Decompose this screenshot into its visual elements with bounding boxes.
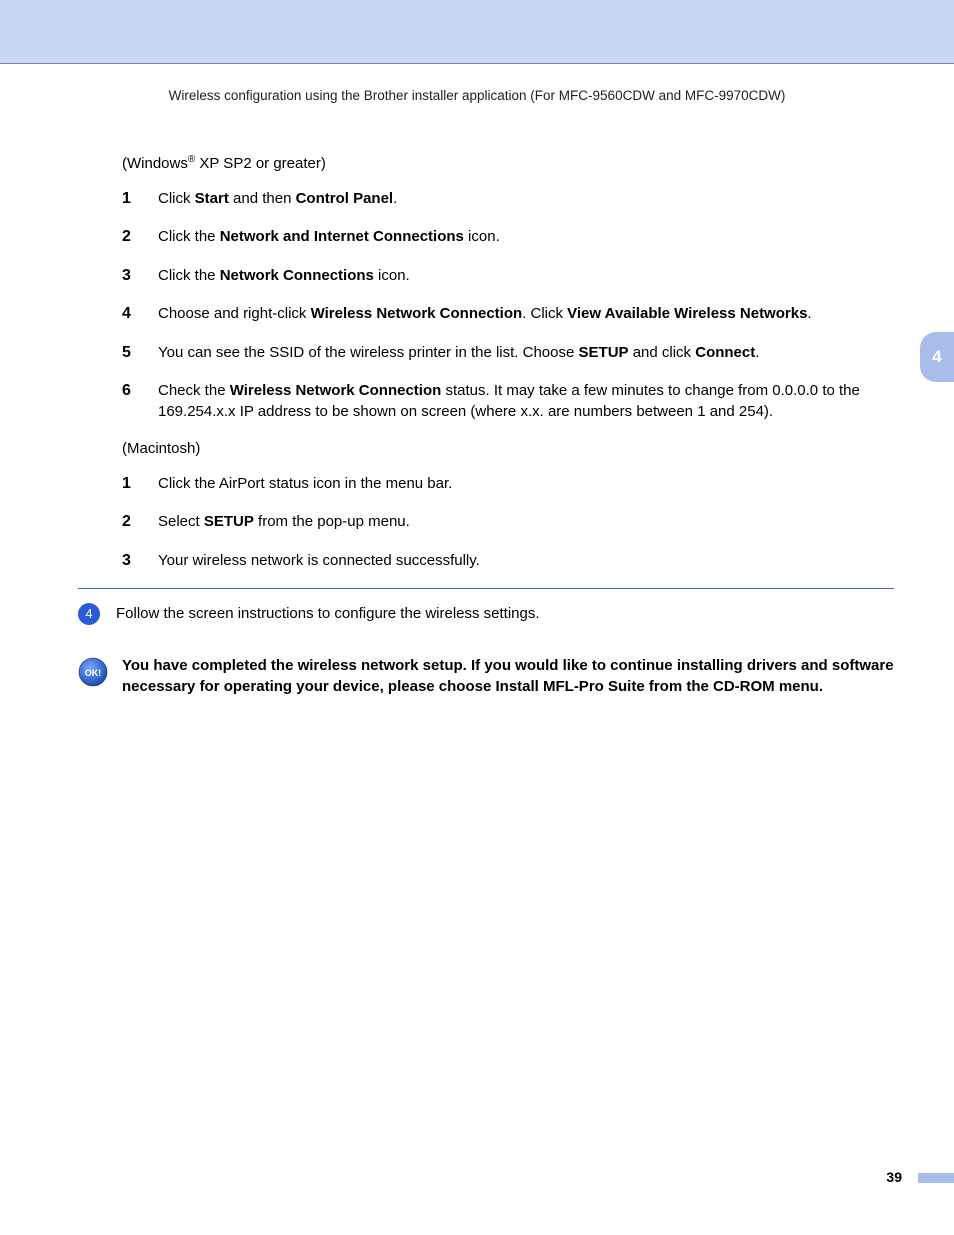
step-text: Select SETUP from the pop-up menu.	[158, 511, 894, 533]
corner-accent	[918, 1173, 954, 1183]
step-number: 2	[122, 226, 158, 248]
ok-text: You have completed the wireless network …	[122, 655, 894, 697]
step-text: Your wireless network is connected succe…	[158, 550, 894, 572]
list-item: 2Click the Network and Internet Connecti…	[122, 226, 894, 248]
step-number: 1	[122, 188, 158, 210]
svg-text:OK!: OK!	[85, 668, 102, 678]
step-text: Click the AirPort status icon in the men…	[158, 473, 894, 495]
step-circle-icon: 4	[78, 603, 100, 625]
list-item: 6Check the Wireless Network Connection s…	[122, 380, 894, 422]
step-text: Click the Network and Internet Connectio…	[158, 226, 894, 248]
main-step-text: Follow the screen instructions to config…	[116, 603, 540, 624]
ok-icon: OK!	[78, 657, 108, 687]
mac-steps: 1Click the AirPort status icon in the me…	[122, 473, 894, 572]
page-number: 39	[886, 1169, 902, 1185]
step-text: Click the Network Connections icon.	[158, 265, 894, 287]
step-number: 5	[122, 342, 158, 364]
step-text: Click Start and then Control Panel.	[158, 188, 894, 210]
step-text: Choose and right-click Wireless Network …	[158, 303, 894, 325]
list-item: 4Choose and right-click Wireless Network…	[122, 303, 894, 325]
step-number: 6	[122, 380, 158, 422]
step-number: 3	[122, 550, 158, 572]
list-item: 1Click Start and then Control Panel.	[122, 188, 894, 210]
list-item: 1Click the AirPort status icon in the me…	[122, 473, 894, 495]
top-banner	[0, 0, 954, 64]
windows-steps: 1Click Start and then Control Panel.2Cli…	[122, 188, 894, 422]
chapter-tab: 4	[920, 332, 954, 382]
main-step-4: 4 Follow the screen instructions to conf…	[78, 603, 894, 625]
list-item: 2Select SETUP from the pop-up menu.	[122, 511, 894, 533]
step-text: You can see the SSID of the wireless pri…	[158, 342, 894, 364]
step-text: Check the Wireless Network Connection st…	[158, 380, 894, 422]
ok-callout: OK! You have completed the wireless netw…	[78, 655, 894, 697]
list-item: 3Your wireless network is connected succ…	[122, 550, 894, 572]
list-item: 5You can see the SSID of the wireless pr…	[122, 342, 894, 364]
section-divider	[78, 588, 894, 589]
step-number: 1	[122, 473, 158, 495]
list-item: 3Click the Network Connections icon.	[122, 265, 894, 287]
page-content: (Windows® XP SP2 or greater) 1Click Star…	[0, 153, 954, 697]
step-number: 3	[122, 265, 158, 287]
mac-label: (Macintosh)	[122, 438, 894, 459]
windows-label: (Windows® XP SP2 or greater)	[122, 153, 894, 174]
step-number: 4	[122, 303, 158, 325]
step-number: 2	[122, 511, 158, 533]
chapter-header: Wireless configuration using the Brother…	[0, 88, 954, 103]
